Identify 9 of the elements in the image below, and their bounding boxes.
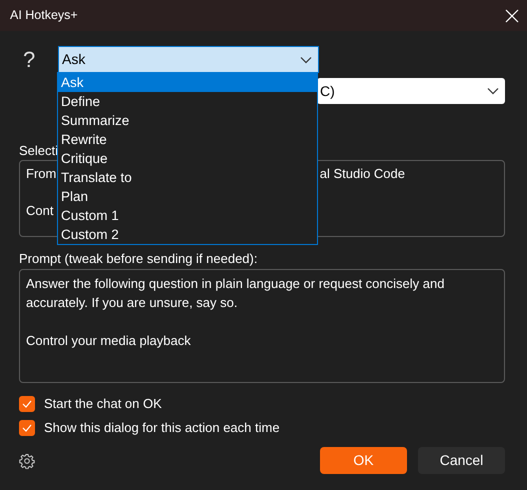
field-label: Prompt (tweak before sending if needed): — [19, 251, 258, 267]
selection-text: al Studio Code — [320, 166, 405, 182]
question-mark-icon: ? — [19, 48, 58, 70]
checkbox-label: Show this dialog for this action each time — [44, 419, 280, 438]
window-title: AI Hotkeys+ — [10, 7, 78, 24]
selection-text: Cont — [26, 203, 54, 219]
field-label: Selecti — [19, 143, 58, 159]
checkbox-label: Start the chat on OK — [44, 395, 162, 414]
selection-text: From — [26, 166, 56, 182]
